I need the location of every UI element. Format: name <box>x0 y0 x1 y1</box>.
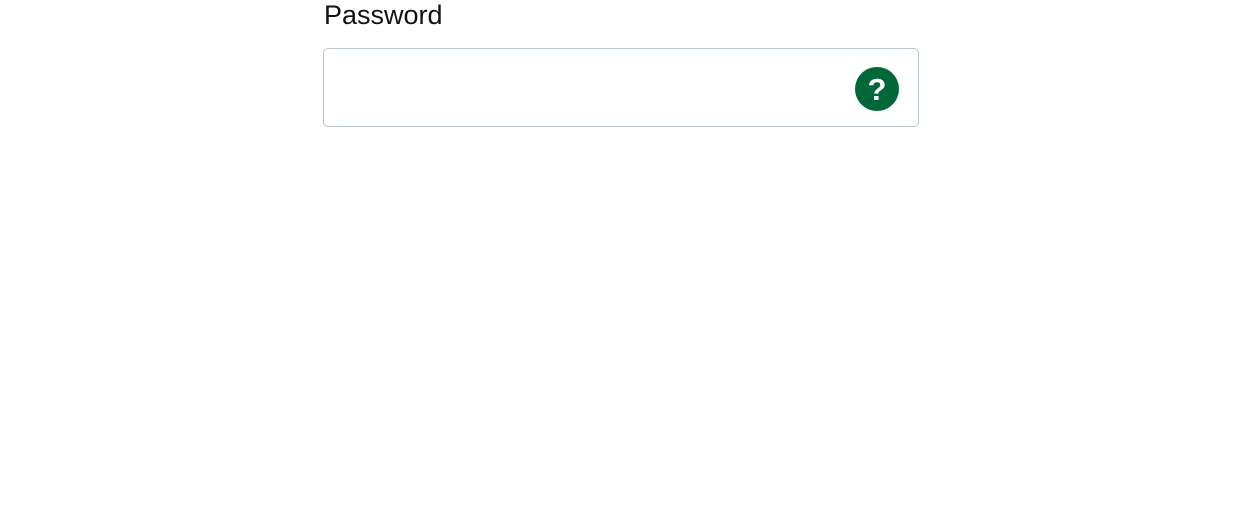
password-input-container: ? <box>323 48 919 127</box>
password-help-button[interactable]: ? <box>855 67 899 111</box>
password-label: Password <box>324 0 443 30</box>
question-mark-circle-icon: ? <box>855 67 899 111</box>
password-input[interactable] <box>324 49 844 126</box>
help-glyph: ? <box>868 72 887 107</box>
